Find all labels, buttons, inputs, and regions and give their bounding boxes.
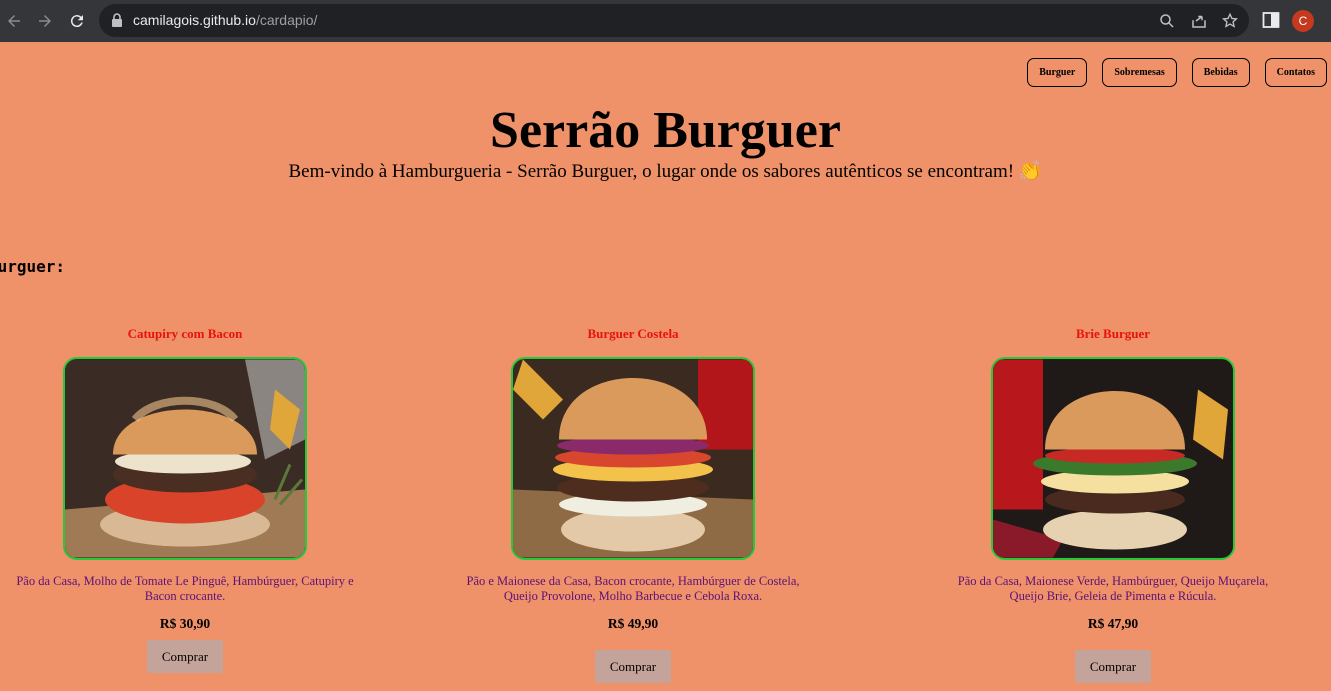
zoom-icon[interactable] xyxy=(1158,12,1176,30)
side-panel-icon[interactable] xyxy=(1262,11,1280,29)
product-name: Catupiry com Bacon xyxy=(127,326,243,341)
address-bar[interactable]: camilagois.github.io/cardapio/ xyxy=(99,4,1249,37)
nav-link-bebidas[interactable]: Bebidas xyxy=(1191,58,1250,87)
product-name: Burguer Costela xyxy=(587,326,679,341)
product-name: Brie Burguer xyxy=(1075,326,1150,341)
product-image xyxy=(511,357,755,560)
page-content: Burguer Sobremesas Bebidas Contatos Serr… xyxy=(0,42,1331,691)
product-image xyxy=(63,357,307,560)
back-button[interactable] xyxy=(2,9,26,33)
arrow-left-icon xyxy=(8,15,20,27)
section-heading: Burguer: xyxy=(0,257,66,276)
product-price: R$ 30,90 xyxy=(159,616,211,631)
product-price: R$ 49,90 xyxy=(607,616,659,631)
bookmark-star-icon[interactable] xyxy=(1221,12,1239,30)
product-price: R$ 47,90 xyxy=(1087,616,1139,631)
product-card: Brie Burguer Pão da Casa, Maionese Verde… xyxy=(933,325,1293,683)
reload-button[interactable] xyxy=(65,9,89,33)
nav-link-sobremesas[interactable]: Sobremesas xyxy=(1102,58,1177,87)
welcome-text: Bem-vindo à Hamburgueria - Serrão Burgue… xyxy=(288,161,1043,182)
share-icon[interactable] xyxy=(1190,12,1208,30)
arrow-right-icon xyxy=(39,15,51,27)
forward-button[interactable] xyxy=(33,9,57,33)
lock-icon xyxy=(112,13,122,27)
page-title: Serrão Burguer xyxy=(490,102,841,159)
url-text: camilagois.github.io/cardapio/ xyxy=(133,12,317,28)
profile-avatar[interactable]: C xyxy=(1292,10,1314,32)
reload-icon xyxy=(70,15,83,28)
product-image xyxy=(991,357,1235,560)
product-description: Pão da Casa, Molho de Tomate Le Pinguê, … xyxy=(16,574,354,603)
url-host: camilagois.github.io xyxy=(133,12,256,28)
url-path: /cardapio/ xyxy=(255,12,318,28)
burger-photo xyxy=(993,359,1233,558)
nav-link-burguer[interactable]: Burguer xyxy=(1027,58,1088,87)
nav-link-contatos[interactable]: Contatos xyxy=(1264,58,1327,87)
product-description: Pão da Casa, Maionese Verde, Hambúrguer,… xyxy=(957,574,1269,603)
browser-toolbar: camilagois.github.io/cardapio/ C xyxy=(0,0,1331,42)
product-description: Pão e Maionese da Casa, Bacon crocante, … xyxy=(466,574,800,603)
buy-button[interactable]: Comprar xyxy=(147,640,223,673)
burger-photo xyxy=(65,359,305,558)
product-card: Burguer Costela Pão e Maionese da Casa, … xyxy=(453,325,813,683)
burger-photo xyxy=(513,359,753,558)
buy-button[interactable]: Comprar xyxy=(595,650,671,683)
buy-button[interactable]: Comprar xyxy=(1075,650,1151,683)
top-nav: Burguer Sobremesas Bebidas Contatos xyxy=(1027,58,1327,87)
product-card: Catupiry com Bacon Pão da Casa, Molho de… xyxy=(5,325,365,673)
